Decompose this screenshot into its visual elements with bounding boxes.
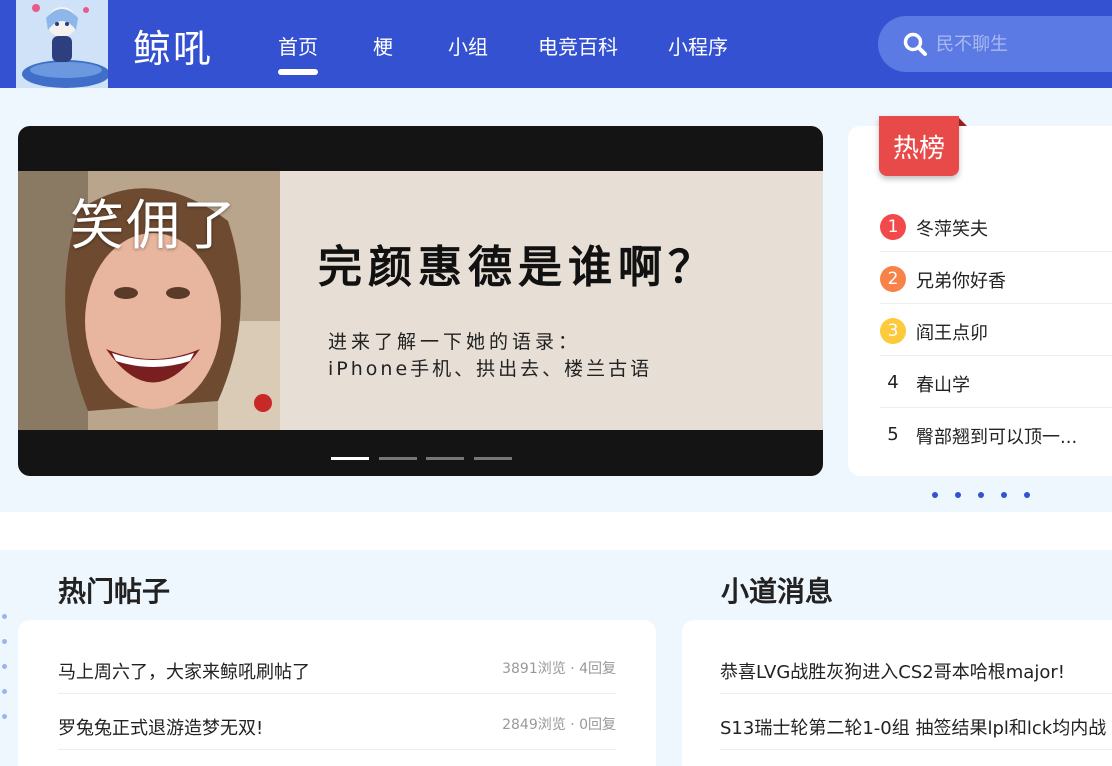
rank-number: 4 [887,372,899,393]
search-input[interactable] [936,28,1112,60]
news-title-text[interactable]: S13瑞士轮第二轮1-0组 抽签结果lpl和lck均内战 [720,714,1106,740]
post-title[interactable]: 罗兔兔正式退游造梦无双! [58,714,263,740]
carousel-dot[interactable] [426,457,464,460]
hot-list-item[interactable]: 4 春山学 [880,356,1112,408]
hot-list-tag-label: 热榜 [892,134,945,164]
hot-list-item[interactable]: 5 臀部翘到可以顶一... [880,408,1112,460]
pager-dot[interactable] [1001,492,1007,498]
nav-home[interactable]: 首页 [278,31,318,60]
pager-dot[interactable] [955,492,961,498]
decor-dot [2,714,7,719]
carousel-slide[interactable]: 笑佣了 完颜惠德是谁啊？ 进来了解一下她的语录： iPhone手机、拱出去、楼兰… [18,171,823,430]
pager-dot[interactable] [1024,492,1030,498]
hot-item-text: 兄弟你好香 [916,271,1006,292]
carousel-dot[interactable] [331,457,369,460]
post-row[interactable]: 罗兔兔正式退游造梦无双! 2849浏览 · 0回复 [58,694,616,750]
post-meta: 3891浏览 · 4回复 [502,661,616,677]
rank-badge: 1 [880,214,906,240]
banner-carousel[interactable]: 笑佣了 完颜惠德是谁啊？ 进来了解一下她的语录： iPhone手机、拱出去、楼兰… [18,126,823,476]
search-icon[interactable] [902,31,928,57]
post-meta: 2849浏览 · 0回复 [502,717,616,733]
decor-dot [2,639,7,644]
nav-esports-wiki[interactable]: 电竞百科 [538,31,618,60]
top-header: 鲸吼 首页 梗 小组 电竞百科 小程序 [0,0,1112,88]
hot-list-item[interactable]: 2 兄弟你好香 [880,252,1112,304]
search-box[interactable] [878,16,1112,72]
decor-dot [2,614,7,619]
nav-meme[interactable]: 梗 [373,31,393,60]
hot-item-text: 臀部翘到可以顶一... [916,427,1078,448]
slide-subtitle-line1: 进来了解一下她的语录： [328,331,582,353]
slide-subtitle-line2: iPhone手机、拱出去、楼兰古语 [328,358,653,380]
decor-dot [2,664,7,669]
hot-list-item[interactable]: 1 冬萍笑夫 [880,200,1112,252]
carousel-dot[interactable] [474,457,512,460]
news-row[interactable]: S13瑞士轮第二轮1-0组 抽签结果lpl和lck均内战 [720,694,1112,750]
slide-photo: 笑佣了 [18,171,280,430]
news-card: 恭喜LVG战胜灰狗进入CS2哥本哈根major! S13瑞士轮第二轮1-0组 抽… [682,620,1112,766]
news-title-text[interactable]: 恭喜LVG战胜灰狗进入CS2哥本哈根major! [720,658,1065,684]
hot-item-text: 春山学 [916,375,970,396]
hot-list-tag: 热榜 [879,116,959,176]
nav-mini-program[interactable]: 小程序 [668,31,728,60]
news-row[interactable]: 恭喜LVG战胜灰狗进入CS2哥本哈根major! [720,638,1112,694]
post-title[interactable]: 马上周六了，大家来鲸吼刷帖了 [58,658,310,684]
decor-dot [2,689,7,694]
news-title: 小道消息 [721,575,834,608]
section-divider [0,512,1112,550]
rank-badge: 3 [880,318,906,344]
rank-number: 5 [887,424,899,445]
pager-dot[interactable] [978,492,984,498]
hot-posts-title: 热门帖子 [58,575,171,608]
nav-groups[interactable]: 小组 [448,31,488,60]
hot-list-item[interactable]: 3 阎王点卯 [880,304,1112,356]
slide-title: 完颜惠德是谁啊？ [318,242,718,293]
site-logo-text[interactable]: 鲸吼 [133,18,213,73]
hot-posts-card: 马上周六了，大家来鲸吼刷帖了 3891浏览 · 4回复 罗兔兔正式退游造梦无双!… [18,620,656,766]
post-row[interactable]: 马上周六了，大家来鲸吼刷帖了 3891浏览 · 4回复 [58,638,616,694]
hot-item-text: 阎王点卯 [916,323,988,344]
nav-active-indicator [278,69,318,75]
site-logo-mascot[interactable] [16,0,108,88]
slide-caption-top: 笑佣了 [70,194,238,257]
hot-item-text: 冬萍笑夫 [916,219,988,240]
carousel-dot[interactable] [379,457,417,460]
rank-badge: 2 [880,266,906,292]
pager-dot[interactable] [932,492,938,498]
